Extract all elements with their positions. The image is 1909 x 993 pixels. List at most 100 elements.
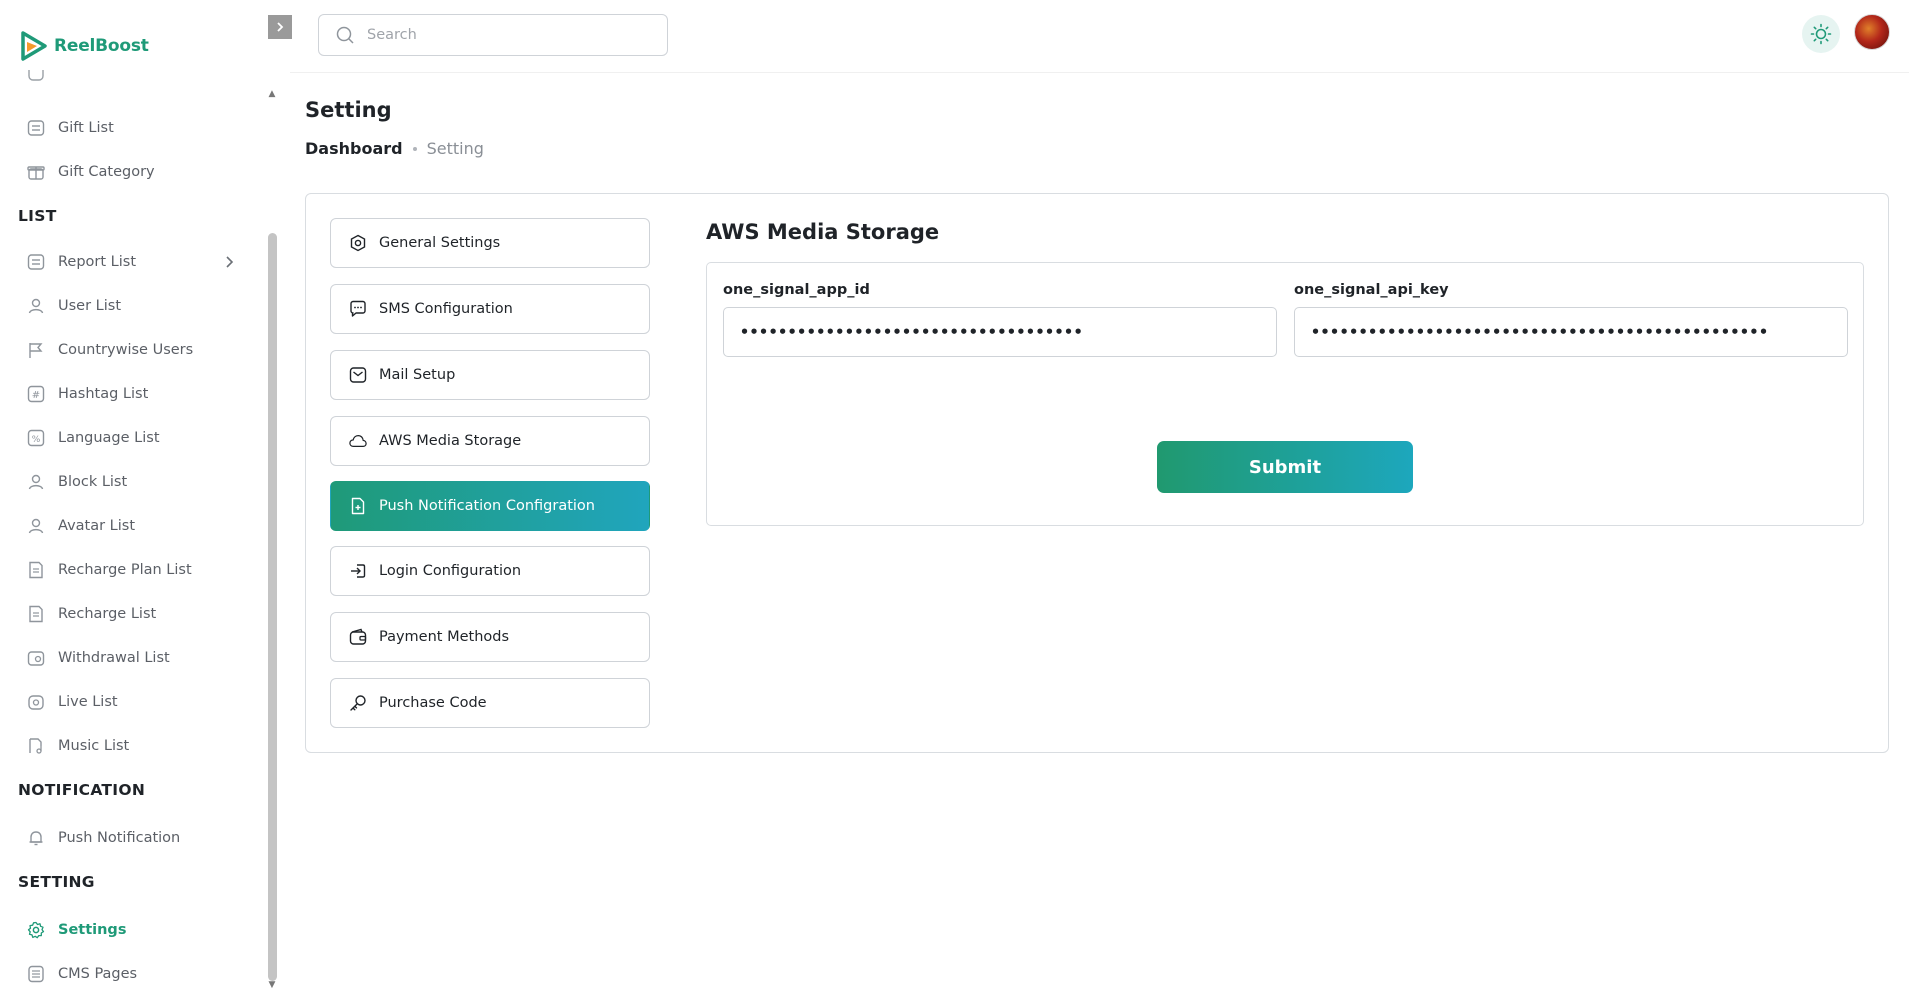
sidebar: ReelBoost Gift List Gift Category LIST R… (0, 0, 277, 993)
scroll-down-arrow-icon[interactable]: ▼ (266, 980, 278, 990)
user-icon (26, 516, 46, 536)
page-title: Setting (305, 98, 392, 122)
sidebar-item-label: Language List (58, 430, 160, 446)
sidebar-item-recharge-plan-list[interactable]: Recharge Plan List (26, 555, 192, 585)
file-plus-icon (349, 497, 367, 515)
sidebar-item-label: Settings (58, 922, 127, 938)
chevron-right-icon[interactable] (222, 255, 236, 269)
document-icon (26, 964, 46, 984)
sidebar-item-block-list[interactable]: Block List (26, 467, 127, 497)
chevron-right-icon (277, 22, 284, 32)
sidebar-item-label: Avatar List (58, 518, 136, 534)
search-box[interactable] (318, 14, 668, 56)
tab-label: SMS Configuration (379, 301, 513, 317)
sidebar-item-countrywise-users[interactable]: Countrywise Users (26, 335, 193, 365)
sidebar-item-push-notification[interactable]: Push Notification (26, 823, 180, 853)
sidebar-item-music-list[interactable]: Music List (26, 731, 129, 761)
sidebar-item-label: CMS Pages (58, 966, 138, 982)
app-id-input[interactable]: •••••••••••••••••••••••••••••••••••• (723, 307, 1277, 357)
tab-general-settings[interactable]: General Settings (330, 218, 650, 268)
tab-label: Mail Setup (379, 367, 456, 383)
sun-icon (1810, 23, 1832, 45)
header-divider (290, 72, 1909, 73)
sidebar-item-live-list[interactable]: Live List (26, 687, 118, 717)
sidebar-scrollbar[interactable] (268, 233, 277, 981)
section-list-heading: LIST (18, 207, 57, 225)
withdraw-icon (26, 648, 46, 668)
tab-label: AWS Media Storage (379, 433, 522, 449)
submit-button[interactable]: Submit (1157, 441, 1413, 493)
user-icon (26, 472, 46, 492)
play-logo-icon (21, 31, 47, 61)
sidebar-item-cms-pages[interactable]: CMS Pages (26, 959, 137, 989)
wallet-icon (349, 628, 367, 646)
sidebar-item-user-list[interactable]: User List (26, 291, 121, 321)
search-icon (336, 26, 354, 44)
user-icon (26, 296, 46, 316)
sidebar-item-hashtag-list[interactable]: # Hashtag List (26, 379, 148, 409)
sidebar-menu: Gift List Gift Category LIST Report List… (0, 70, 262, 993)
tab-mail-setup[interactable]: Mail Setup (330, 350, 650, 400)
breadcrumb-dashboard-link[interactable]: Dashboard (305, 139, 403, 158)
flag-icon (26, 340, 46, 360)
sidebar-item-label: Push Notification (58, 830, 181, 846)
sidebar-item-label: Report List (58, 254, 137, 270)
tab-push-notification-configuration[interactable]: Push Notification Configration (330, 481, 650, 531)
svg-text:%: % (32, 435, 41, 445)
sidebar-item-gift-category[interactable]: Gift Category (26, 157, 155, 187)
key-icon (349, 694, 367, 712)
api-key-label: one_signal_api_key (1294, 282, 1449, 298)
tab-sms-configuration[interactable]: SMS Configuration (330, 284, 650, 334)
mail-icon (349, 366, 367, 384)
language-icon: % (26, 428, 46, 448)
tab-label: Payment Methods (379, 629, 510, 645)
user-avatar[interactable] (1854, 14, 1890, 50)
gift-icon (26, 162, 46, 182)
cloud-icon (349, 432, 367, 450)
bell-icon (26, 828, 46, 848)
sidebar-item-partial[interactable] (26, 70, 46, 88)
sidebar-item-label: Music List (58, 738, 130, 754)
search-input[interactable] (367, 27, 647, 43)
app-name: ReelBoost (54, 36, 149, 56)
tab-label: Login Configuration (379, 563, 522, 579)
app-id-label: one_signal_app_id (723, 282, 870, 298)
sidebar-item-label: Countrywise Users (58, 342, 194, 358)
sidebar-item-label: Withdrawal List (58, 650, 170, 666)
sidebar-item-label: Gift List (58, 120, 114, 136)
sidebar-collapse-button[interactable] (268, 15, 292, 39)
breadcrumb: Dashboard Setting (305, 139, 484, 158)
hexagon-gear-icon (349, 234, 367, 252)
gear-icon (26, 920, 46, 940)
receipt-icon (26, 604, 46, 624)
theme-toggle-button[interactable] (1802, 15, 1840, 53)
tab-login-configuration[interactable]: Login Configuration (330, 546, 650, 596)
section-setting-heading: SETTING (18, 873, 95, 891)
section-notification-heading: NOTIFICATION (18, 781, 146, 799)
app-logo[interactable]: ReelBoost (20, 30, 149, 62)
panel-title: AWS Media Storage (706, 220, 940, 244)
sidebar-item-label: Recharge Plan List (58, 562, 192, 578)
svg-text:#: # (32, 390, 40, 401)
list-icon (26, 252, 46, 272)
sidebar-item-report-list[interactable]: Report List (26, 247, 136, 277)
sidebar-item-withdrawal-list[interactable]: Withdrawal List (26, 643, 170, 673)
login-icon (349, 562, 367, 580)
api-key-input[interactable]: ••••••••••••••••••••••••••••••••••••••••… (1294, 307, 1848, 357)
tab-purchase-code[interactable]: Purchase Code (330, 678, 650, 728)
sidebar-item-label: Gift Category (58, 164, 155, 180)
tab-payment-methods[interactable]: Payment Methods (330, 612, 650, 662)
sidebar-item-settings[interactable]: Settings (26, 915, 126, 945)
list-icon (26, 118, 46, 138)
sidebar-item-recharge-list[interactable]: Recharge List (26, 599, 156, 629)
receipt-icon (26, 560, 46, 580)
sidebar-item-avatar-list[interactable]: Avatar List (26, 511, 135, 541)
sidebar-item-language-list[interactable]: % Language List (26, 423, 160, 453)
partial-icon (26, 70, 46, 83)
sidebar-item-gift-list[interactable]: Gift List (26, 113, 114, 143)
tab-aws-media-storage[interactable]: AWS Media Storage (330, 416, 650, 466)
chat-icon (349, 300, 367, 318)
tab-label: Purchase Code (379, 695, 487, 711)
scroll-up-arrow-icon[interactable]: ▲ (266, 89, 278, 99)
sidebar-item-label: Hashtag List (58, 386, 149, 402)
